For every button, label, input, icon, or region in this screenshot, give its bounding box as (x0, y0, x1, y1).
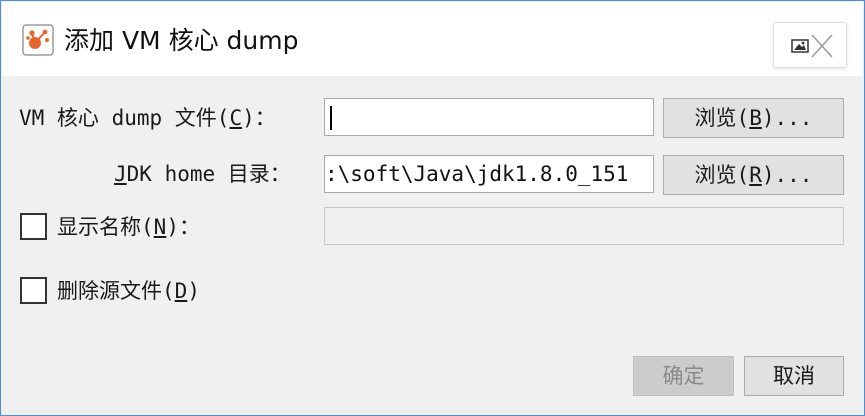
browse-jdk-home-button[interactable]: 浏览(R)... (663, 155, 844, 195)
delete-source-checkbox[interactable] (20, 277, 47, 304)
display-name-input[interactable] (324, 207, 844, 245)
browse-dump-file-button[interactable]: 浏览(B)... (663, 98, 844, 138)
close-button[interactable] (773, 22, 847, 68)
close-icon (791, 34, 833, 58)
add-core-dump-dialog: 添加 VM 核心 dump VM 核心 dump 文件(C)： 浏览(B)...… (0, 0, 865, 416)
display-name-checkbox[interactable] (20, 213, 47, 240)
jdk-home-input[interactable]: :\soft\Java\jdk1.8.0_151 (324, 155, 654, 193)
cancel-button[interactable]: 取消 (744, 356, 844, 396)
dump-file-label: VM 核心 dump 文件(C)： (19, 106, 276, 130)
display-name-label: 显示名称(N)： (57, 215, 200, 239)
title-bar: 添加 VM 核心 dump (2, 2, 863, 76)
app-logo-icon (22, 24, 54, 56)
dump-file-input[interactable] (324, 98, 654, 136)
delete-source-label: 删除源文件(D) (57, 279, 200, 303)
dialog-title: 添加 VM 核心 dump (64, 26, 299, 55)
ok-button[interactable]: 确定 (633, 356, 734, 396)
text-caret (330, 106, 332, 130)
jdk-home-label: JDK home 目录： (114, 162, 291, 186)
